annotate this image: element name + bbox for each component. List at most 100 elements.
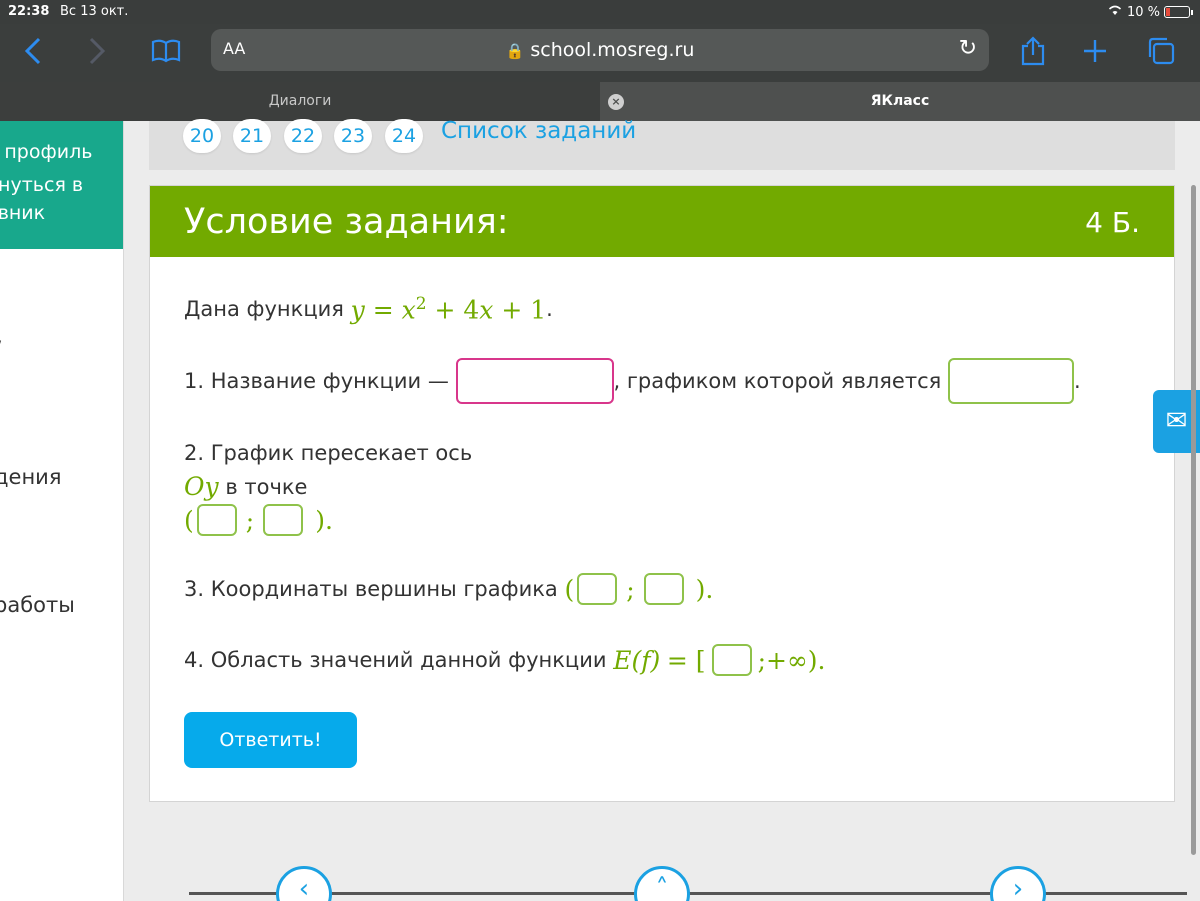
tabs-icon (1148, 37, 1175, 65)
scrollbar[interactable] (1191, 185, 1196, 855)
formula-dot: . (546, 297, 553, 322)
task-card-header: Условие задания: 4 Б. (150, 186, 1174, 257)
formula-part: x (401, 295, 416, 325)
question-text: 2. График пересекает ось (184, 441, 473, 465)
tab-bar: Диалоги × ЯКласс (0, 82, 1200, 121)
question-2-line-3: ( ; ). (184, 504, 333, 536)
bracket: ). (315, 505, 333, 535)
task-points: 4 Б. (1085, 206, 1140, 239)
oy-y-input[interactable] (263, 504, 304, 536)
vertex-x-input[interactable] (577, 573, 618, 605)
submit-answer-button[interactable]: Ответить! (184, 712, 357, 768)
sidebar-profile-line[interactable]: евник (0, 202, 45, 224)
reload-icon[interactable]: ↻ (959, 36, 977, 61)
sidebar-item[interactable]: / (0, 337, 1, 361)
bracket: ( (184, 505, 194, 535)
task-number-button[interactable]: 24 (385, 119, 423, 153)
tab-label: ЯКласс (870, 93, 930, 109)
new-tab-button[interactable] (1080, 32, 1110, 70)
question-1: 1. Название функции — , графиком которой… (184, 358, 1081, 404)
status-time: 22:38 (8, 4, 50, 19)
separator: ; (757, 645, 766, 675)
sidebar: й профиль рнуться в евник / дения работы (0, 121, 124, 901)
chevron-left-icon (24, 37, 41, 65)
task-intro: Дана функция y = x2 + 4x + 1. (184, 294, 553, 324)
range-min-input[interactable] (711, 644, 752, 676)
bracket: ). (695, 574, 714, 604)
sidebar-profile-line[interactable]: рнуться в (0, 174, 83, 196)
question-text: 1. Название функции — (184, 369, 449, 393)
forward-button[interactable] (82, 32, 112, 70)
oy-x-input[interactable] (196, 504, 237, 536)
share-icon (1021, 36, 1045, 66)
tab-yaklass[interactable]: × ЯКласс (600, 82, 1200, 121)
separator: ; (626, 574, 635, 604)
task-number-button[interactable]: 20 (183, 119, 221, 153)
intro-text: Дана функция (184, 297, 344, 322)
vertex-y-input[interactable] (643, 573, 684, 605)
task-list-link[interactable]: Список заданий (441, 118, 636, 144)
chevron-left-icon: ‹ (298, 874, 310, 901)
question-text: в точке (225, 474, 308, 499)
bracket: ( (564, 574, 575, 604)
question-2-line-2: Oy в точке (184, 472, 307, 501)
axis-label: Oy (184, 472, 219, 501)
bracket: ). (807, 645, 826, 675)
question-3: 3. Координаты вершины графика ( ; ). (184, 573, 713, 605)
tab-dialogs[interactable]: Диалоги (0, 82, 600, 121)
formula-part: + 4 (434, 295, 480, 325)
next-task-button[interactable]: › (990, 866, 1046, 901)
url-value: school.mosreg.ru (530, 39, 695, 61)
close-icon[interactable]: × (608, 94, 624, 110)
formula-exponent: 2 (415, 294, 427, 314)
question-text: , графиком которой является (613, 369, 942, 393)
task-number-button[interactable]: 22 (284, 119, 322, 153)
graph-name-input[interactable] (947, 358, 1074, 404)
sidebar-profile-block[interactable]: й профиль рнуться в евник (0, 121, 123, 249)
question-4: 4. Область значений данной функции E(f) … (184, 644, 825, 676)
status-bar: 22:38 Вс 13 окт. 10 % (0, 0, 1200, 24)
task-number-button[interactable]: 23 (334, 119, 372, 153)
formula-part: = (372, 295, 394, 325)
battery-percent: 10 % (1126, 4, 1160, 20)
question-2-line-1: 2. График пересекает ось (184, 441, 472, 465)
task-title: Условие задания: (184, 202, 509, 242)
question-text: 4. Область значений данной функции (184, 648, 607, 672)
formula-part: x (479, 295, 494, 325)
address-bar[interactable]: AA 🔒 school.mosreg.ru ↻ (211, 29, 989, 71)
function-name-input[interactable] (455, 358, 614, 404)
infinity: +∞ (766, 645, 808, 675)
sidebar-item[interactable]: работы (0, 593, 75, 617)
range-function: E(f) (613, 645, 661, 675)
wifi-icon (1107, 4, 1123, 20)
plus-icon (1084, 40, 1106, 62)
separator: ; (245, 505, 255, 535)
sidebar-profile-line[interactable]: й профиль (0, 141, 92, 163)
status-date: Вс 13 окт. (60, 4, 129, 19)
mail-icon: ✉ (1165, 406, 1188, 436)
browser-toolbar: AA 🔒 school.mosreg.ru ↻ (0, 24, 1200, 82)
back-button[interactable] (18, 32, 48, 70)
status-right: 10 % (1107, 4, 1193, 20)
function-formula: y = x2 + 4x + 1 (351, 294, 547, 324)
battery-icon (1164, 6, 1193, 18)
question-text: 3. Координаты вершины графика (184, 577, 558, 601)
prev-task-button[interactable]: ‹ (276, 866, 332, 901)
tab-label: Диалоги (268, 93, 332, 109)
sidebar-item[interactable]: дения (0, 465, 61, 489)
share-button[interactable] (1018, 32, 1048, 70)
formula-part: + 1 (501, 295, 547, 325)
task-navigation: 20 21 22 23 24 Список заданий (149, 118, 1175, 170)
chevron-up-icon: ˄ (655, 874, 669, 901)
formula-part: y (350, 295, 365, 325)
tabs-overview-button[interactable] (1144, 32, 1178, 70)
scroll-top-button[interactable]: ˄ (634, 866, 690, 901)
task-card: Условие задания: 4 Б. Дана функция y = x… (149, 185, 1175, 802)
chevron-right-icon (89, 37, 106, 65)
chevron-right-icon: › (1012, 874, 1024, 901)
range-bracket: = [ (666, 645, 706, 675)
lock-icon: 🔒 (505, 42, 525, 60)
bookmarks-button[interactable] (150, 32, 182, 70)
book-icon (151, 39, 181, 63)
task-number-button[interactable]: 21 (233, 119, 271, 153)
